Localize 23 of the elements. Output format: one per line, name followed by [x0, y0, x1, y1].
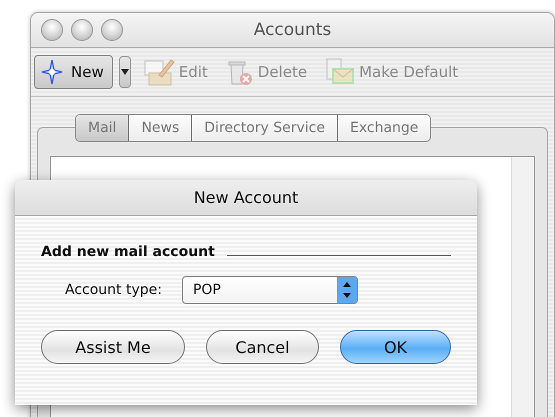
- dialog-button[interactable]: Assist Me: [41, 330, 185, 364]
- field-label: Account type:: [65, 282, 162, 298]
- dropdown-button[interactable]: [118, 56, 131, 88]
- dialog-button[interactable]: Cancel: [206, 330, 319, 364]
- dialog-title: New Account: [194, 188, 298, 207]
- scroll-bar[interactable]: [511, 157, 534, 417]
- edit-icon: [142, 57, 175, 87]
- caret-icon: [120, 69, 129, 75]
- minimize-button[interactable]: [71, 19, 93, 41]
- tab[interactable]: Mail: [76, 115, 130, 141]
- tab[interactable]: Exchange: [338, 115, 430, 141]
- account-type-select[interactable]: POP: [182, 276, 358, 304]
- dialog-button[interactable]: OK: [340, 330, 451, 364]
- tab[interactable]: News: [129, 115, 192, 141]
- section-title: Add new mail account: [41, 244, 215, 260]
- star-icon: [41, 59, 63, 85]
- zoom-button[interactable]: [101, 19, 123, 41]
- stepper-arrows-icon: [336, 277, 357, 303]
- window-title: Accounts: [252, 20, 332, 40]
- envelope-icon: [325, 57, 356, 87]
- new-button[interactable]: New: [34, 55, 113, 89]
- tab[interactable]: Directory Service: [192, 115, 338, 141]
- close-button[interactable]: [41, 19, 63, 41]
